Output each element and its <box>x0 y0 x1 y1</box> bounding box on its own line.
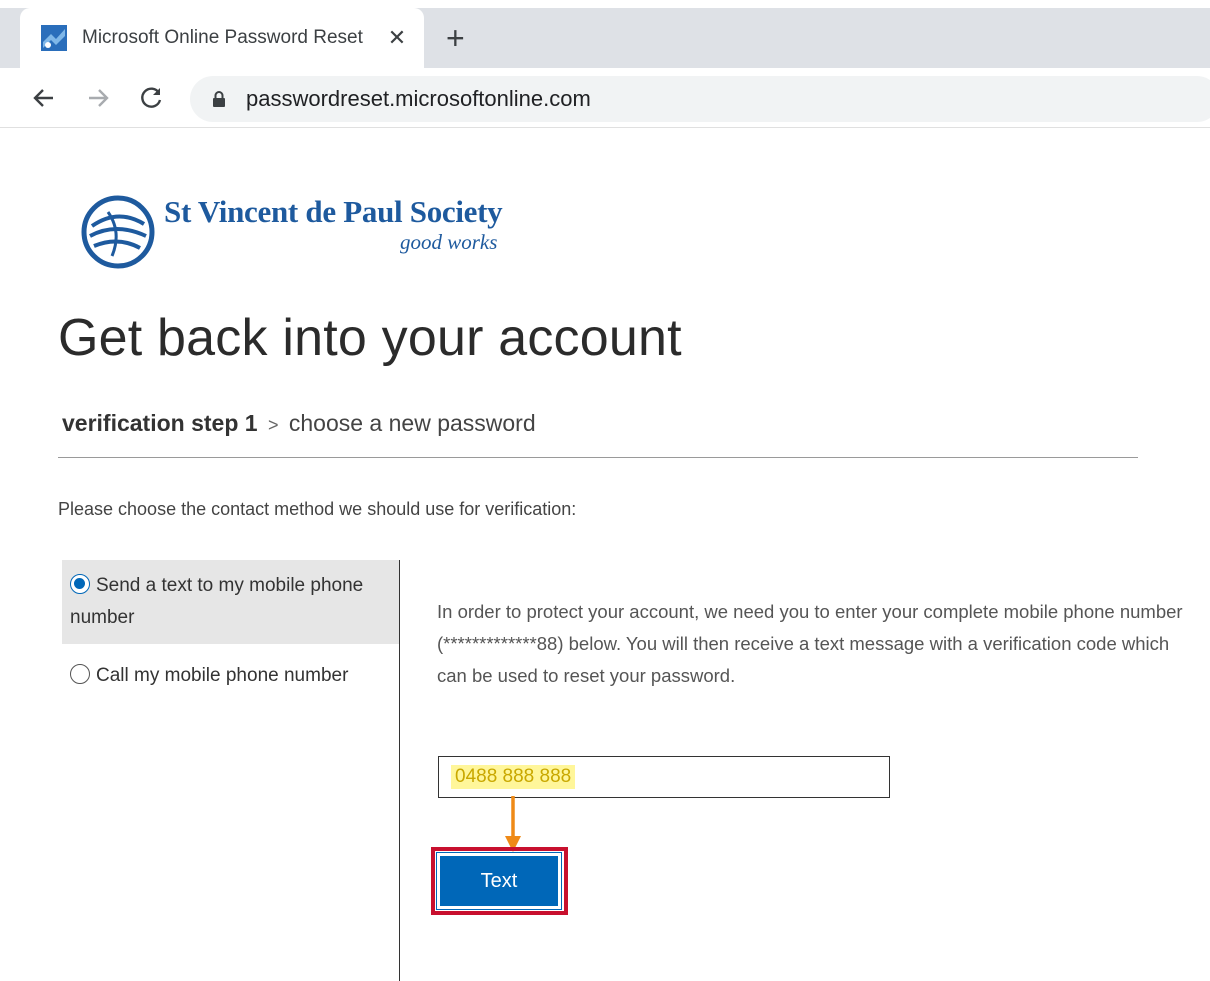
reload-button[interactable] <box>134 80 170 116</box>
option-send-text[interactable]: Send a text to my mobile phone number <box>62 560 399 644</box>
option-call-phone-label: Call my mobile phone number <box>96 665 349 686</box>
browser-tabstrip: Microsoft Online Password Reset ✕ + <box>0 0 1210 68</box>
forward-button[interactable] <box>80 80 116 116</box>
logo-tagline: good works <box>400 230 498 254</box>
back-button[interactable] <box>26 80 62 116</box>
browser-toolbar: passwordreset.microsoftonline.com <box>0 68 1210 128</box>
lock-icon <box>213 91 225 107</box>
step-breadcrumb: verification step 1 > choose a new passw… <box>62 410 536 437</box>
logo-wordmark: St Vincent de Paul Society <box>164 194 503 229</box>
reload-icon <box>141 87 162 108</box>
option-send-text-label: Send a text to my mobile phone number <box>70 575 364 628</box>
forward-arrow-icon <box>89 89 109 107</box>
current-step: verification step 1 <box>62 410 258 436</box>
verification-message: In order to protect your account, we nee… <box>437 601 1183 686</box>
tab-title: Microsoft Online Password Reset <box>82 27 363 48</box>
radio-selected-icon[interactable] <box>70 574 90 594</box>
page-title: Get back into your account <box>58 309 682 367</box>
phone-number-value: 0488 888 888 <box>451 765 576 789</box>
url-text: passwordreset.microsoftonline.com <box>246 86 591 111</box>
phone-number-input[interactable]: 0488 888 888 <box>438 756 890 798</box>
svdp-emblem-icon <box>81 195 155 269</box>
contact-method-list: Send a text to my mobile phone number Ca… <box>62 560 400 981</box>
back-arrow-icon <box>33 89 53 107</box>
address-bar[interactable]: passwordreset.microsoftonline.com <box>190 76 1210 122</box>
option-call-phone[interactable]: Call my mobile phone number <box>62 650 399 700</box>
instruction-text: Please choose the contact method we shou… <box>58 499 577 519</box>
browser-tab[interactable]: Microsoft Online Password Reset ✕ <box>20 8 424 68</box>
next-step: choose a new password <box>288 410 536 436</box>
microsoft-favicon-icon <box>40 24 68 52</box>
header-divider <box>58 457 1138 458</box>
radio-unselected-icon[interactable] <box>70 664 90 684</box>
organisation-logo: St Vincent de Paul Society good works <box>78 192 518 272</box>
annotation-arrow-icon <box>505 796 521 852</box>
new-tab-button[interactable]: + <box>446 18 465 58</box>
send-text-button[interactable]: Text <box>436 852 562 910</box>
tab-close-icon[interactable]: ✕ <box>384 25 410 51</box>
step-separator: > <box>267 415 279 435</box>
